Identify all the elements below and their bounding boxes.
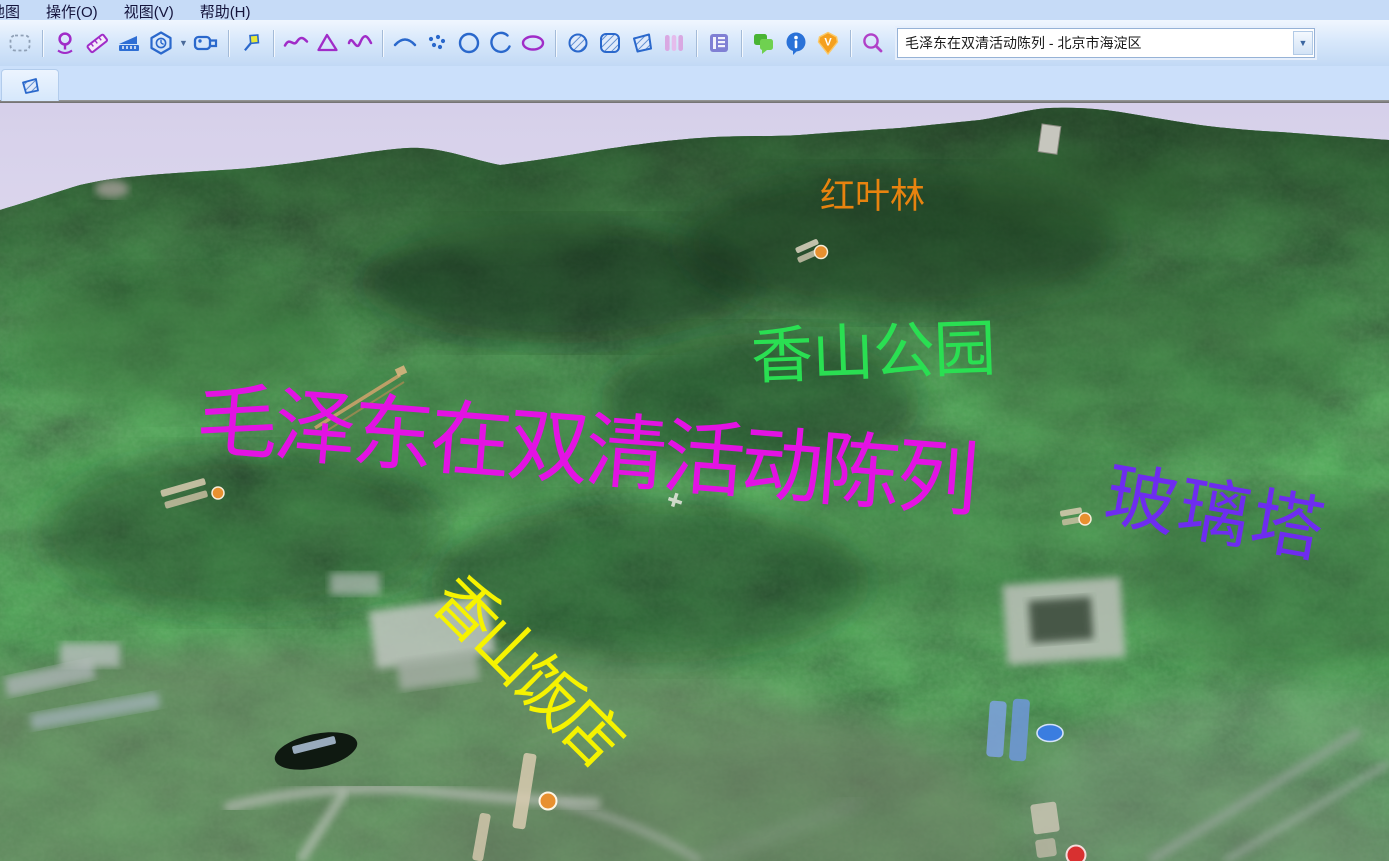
hatched-rect-button[interactable] [595, 26, 625, 60]
ruler-icon [84, 30, 110, 56]
search-icon [860, 30, 886, 56]
feedback-icon [751, 30, 777, 56]
hatched-circle-icon [565, 30, 591, 56]
slope-measure-button[interactable] [114, 26, 144, 60]
toolbar-separator [850, 30, 851, 57]
marquee-select-icon [7, 30, 33, 56]
search-button[interactable] [858, 26, 888, 60]
pushpin-icon [238, 30, 264, 56]
ellipse-button[interactable] [518, 26, 548, 60]
triangle-button[interactable] [313, 26, 343, 60]
marquee-select-button[interactable] [5, 26, 35, 60]
layer-panel-tab[interactable] [1, 69, 59, 101]
menu-operate[interactable]: 操作(O) [33, 0, 111, 20]
scene-3d-icon [148, 30, 174, 56]
rock-outcrop [95, 180, 129, 198]
triangle-icon [315, 30, 341, 56]
toolbar-separator [555, 30, 556, 57]
menu-map[interactable]: 地图 [0, 0, 33, 20]
toolbar-separator [273, 30, 274, 57]
map-label-xiangshan-park[interactable]: 香山公园 [750, 318, 996, 388]
polyline-icon [282, 30, 310, 56]
toolbar-separator [228, 30, 229, 57]
toolbar-separator [696, 30, 697, 57]
search-dropdown-button[interactable]: ▼ [1293, 31, 1313, 55]
arc-button[interactable] [390, 26, 420, 60]
circle-icon [456, 30, 482, 56]
hatched-polygon-tab-icon [19, 75, 41, 97]
search-input[interactable] [898, 31, 1293, 55]
hatched-rect-icon [597, 30, 623, 56]
buffer-bars-icon [661, 30, 687, 56]
vip-badge-button[interactable]: V [813, 26, 843, 60]
scene-3d-dropdown-button[interactable]: ▼ [177, 26, 190, 60]
menu-help[interactable]: 帮助(H) [187, 0, 264, 20]
svg-text:V: V [824, 37, 832, 49]
application-window: 地图 操作(O) 视图(V) 帮助(H) [0, 0, 1389, 861]
scene-3d-button[interactable] [146, 26, 176, 60]
buffer-bars-button[interactable] [659, 26, 689, 60]
hatched-circle-button[interactable] [563, 26, 593, 60]
arc-segment-icon [488, 30, 514, 56]
pushpin-button[interactable] [236, 26, 266, 60]
toolbar-separator [741, 30, 742, 57]
record-camera-button[interactable] [191, 26, 221, 60]
record-camera-icon [192, 30, 220, 56]
map-label-hongyelin[interactable]: 红叶林 [820, 179, 925, 214]
attribute-table-button[interactable] [704, 26, 734, 60]
placemark-icon [52, 30, 78, 56]
hatched-polygon-icon [629, 30, 655, 56]
curve-button[interactable] [345, 26, 375, 60]
arc-segment-button[interactable] [486, 26, 516, 60]
placemark-button[interactable] [50, 26, 80, 60]
arc-icon [391, 30, 419, 56]
toolbar: ▼ [0, 20, 1389, 66]
menu-view[interactable]: 视图(V) [111, 0, 187, 20]
vip-badge-icon: V [815, 30, 841, 56]
feedback-button[interactable] [749, 26, 779, 60]
search-combobox: ▼ [897, 28, 1315, 58]
multi-point-button[interactable] [422, 26, 452, 60]
toolbar-separator [382, 30, 383, 57]
slope-measure-icon [116, 30, 142, 56]
map-3d-viewport[interactable]: 红叶林 香山公园 毛泽东在双清活动陈列 玻璃塔 香山饭店 [0, 103, 1389, 861]
curve-icon [346, 30, 374, 56]
ellipse-icon [519, 30, 547, 56]
info-icon [783, 30, 809, 56]
ruler-button[interactable] [82, 26, 112, 60]
attribute-table-icon [706, 30, 732, 56]
toolbar-separator [42, 30, 43, 57]
circle-button[interactable] [454, 26, 484, 60]
menu-bar: 地图 操作(O) 视图(V) 帮助(H) [0, 0, 1389, 20]
panel-tab-strip [0, 66, 1389, 100]
polyline-button[interactable] [281, 26, 311, 60]
ridge-structure [1038, 124, 1061, 154]
info-button[interactable] [781, 26, 811, 60]
hatched-polygon-button[interactable] [627, 26, 657, 60]
multi-point-icon [424, 30, 450, 56]
